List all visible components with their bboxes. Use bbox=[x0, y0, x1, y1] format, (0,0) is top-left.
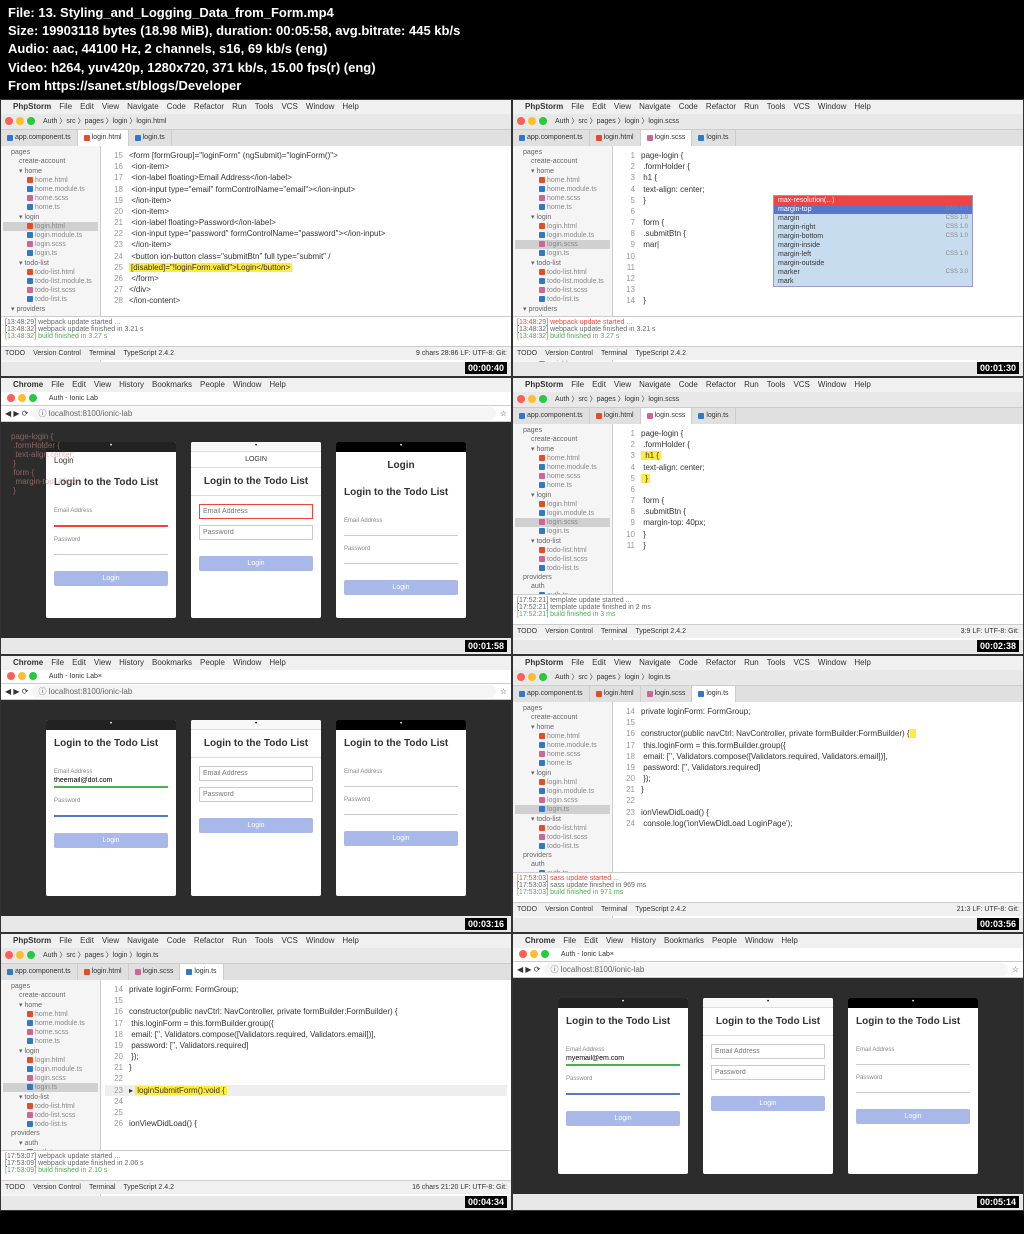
terminal[interactable]: [13:48:29] webpack update started ...[13… bbox=[1, 316, 511, 346]
thumb-7: PhpStormFileEditViewNavigateCodeRefactor… bbox=[0, 933, 512, 1211]
status-bar: TODOVersion ControlTerminalTypeScript 2.… bbox=[1, 346, 511, 360]
thumb-8: ChromeFileEditViewHistoryBookmarksPeople… bbox=[512, 933, 1024, 1211]
email-field[interactable] bbox=[54, 514, 168, 527]
thumb-5: ChromeFileEditViewHistoryBookmarksPeople… bbox=[0, 655, 512, 933]
timestamp: 00:00:40 bbox=[465, 362, 507, 374]
browser-tab[interactable]: Auth - Ionic Lab bbox=[49, 395, 98, 402]
thumb-6: PhpStormFileEditViewNavigateCodeRefactor… bbox=[512, 655, 1024, 933]
maximize-icon[interactable] bbox=[27, 117, 35, 125]
password-field[interactable] bbox=[54, 543, 168, 555]
breadcrumb[interactable]: Auth 〉src 〉pages 〉login 〉 bbox=[43, 116, 136, 126]
close-icon[interactable] bbox=[5, 117, 13, 125]
editor-tabs[interactable]: app.component.tslogin.htmllogin.ts bbox=[1, 130, 511, 146]
address-bar[interactable]: ◀ ▶ ⟳ ⓘ localhost:8100/ionic-lab ☆ bbox=[1, 406, 511, 422]
thumb-1: PhpStormFileEditViewNavigateCodeRefactor… bbox=[0, 99, 512, 377]
ionic-lab-preview: page-login { .formHolder { text-align:ce… bbox=[1, 422, 511, 638]
window-toolbar: Auth 〉src 〉pages 〉login 〉login.html bbox=[1, 114, 511, 130]
phone-windows[interactable]: • Login Login to the Todo List Email Add… bbox=[336, 442, 466, 618]
thumb-4: PhpStormFileEditViewNavigateCodeRefactor… bbox=[512, 377, 1024, 655]
autocomplete-popup[interactable]: max-resolution(...) margin-topCSS 1.0 ma… bbox=[773, 195, 973, 287]
thumb-2: PhpStormFileEditViewNavigateCodeRefactor… bbox=[512, 99, 1024, 377]
thumbnail-grid: PhpStormFileEditViewNavigateCodeRefactor… bbox=[0, 99, 1024, 1211]
thumb-3: ChromeFileEditViewHistoryBookmarksPeople… bbox=[0, 377, 512, 655]
minimize-icon[interactable] bbox=[16, 117, 24, 125]
media-info-header: File: 13. Styling_and_Logging_Data_from_… bbox=[0, 0, 1024, 99]
menubar[interactable]: PhpStormFileEditViewNavigateCodeRefactor… bbox=[1, 100, 511, 114]
phone-ios[interactable]: • LOGIN Login to the Todo List Login bbox=[191, 442, 321, 618]
login-button[interactable]: Login bbox=[54, 571, 168, 586]
